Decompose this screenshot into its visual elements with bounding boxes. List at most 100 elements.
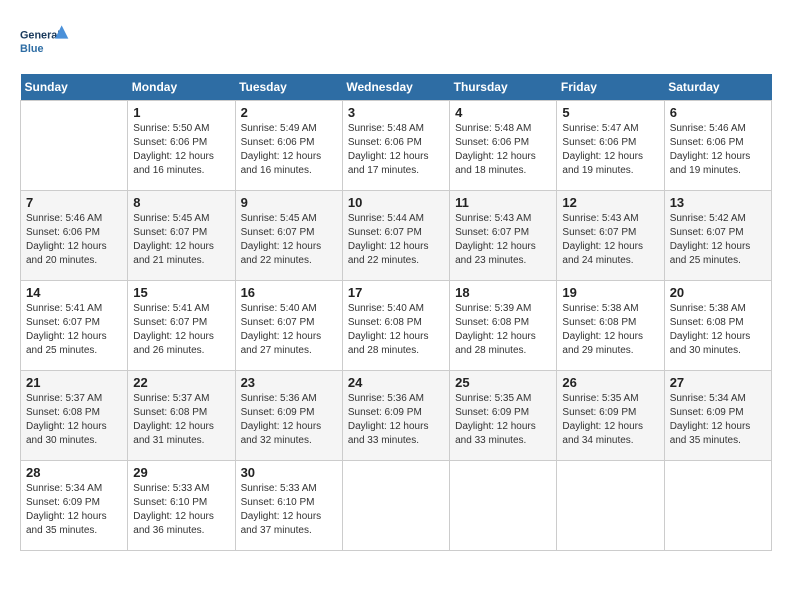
day-cell [450,461,557,551]
day-cell: 14 Sunrise: 5:41 AMSunset: 6:07 PMDayligh… [21,281,128,371]
day-cell: 28 Sunrise: 5:34 AMSunset: 6:09 PMDayligh… [21,461,128,551]
day-info: Sunrise: 5:36 AMSunset: 6:09 PMDaylight:… [241,392,337,448]
day-info: Sunrise: 5:41 AMSunset: 6:07 PMDaylight:… [133,302,229,358]
day-number: 12 [562,195,658,210]
day-cell: 13 Sunrise: 5:42 AMSunset: 6:07 PMDayligh… [664,191,771,281]
day-cell: 22 Sunrise: 5:37 AMSunset: 6:08 PMDayligh… [128,371,235,461]
calendar-table: SundayMondayTuesdayWednesdayThursdayFrid… [20,74,772,551]
day-cell: 2 Sunrise: 5:49 AMSunset: 6:06 PMDaylight… [235,101,342,191]
week-row-1: 1 Sunrise: 5:50 AMSunset: 6:06 PMDaylight… [21,101,772,191]
day-info: Sunrise: 5:48 AMSunset: 6:06 PMDaylight:… [348,122,444,178]
day-cell: 17 Sunrise: 5:40 AMSunset: 6:08 PMDayligh… [342,281,449,371]
svg-text:General: General [20,30,60,42]
day-cell: 7 Sunrise: 5:46 AMSunset: 6:06 PMDaylight… [21,191,128,281]
weekday-header-wednesday: Wednesday [342,74,449,101]
day-number: 26 [562,375,658,390]
day-number: 18 [455,285,551,300]
day-info: Sunrise: 5:43 AMSunset: 6:07 PMDaylight:… [562,212,658,268]
day-cell: 24Sunrise: 5:36 AMSunset: 6:09 PMDayligh… [342,371,449,461]
day-number: 20 [670,285,766,300]
weekday-header-thursday: Thursday [450,74,557,101]
day-cell: 30 Sunrise: 5:33 AMSunset: 6:10 PMDayligh… [235,461,342,551]
day-number: 25 [455,375,551,390]
day-cell: 16Sunrise: 5:40 AMSunset: 6:07 PMDayligh… [235,281,342,371]
day-number: 15 [133,285,229,300]
day-number: 29 [133,465,229,480]
day-info: Sunrise: 5:40 AMSunset: 6:08 PMDaylight:… [348,302,444,358]
day-cell: 20 Sunrise: 5:38 AMSunset: 6:08 PMDayligh… [664,281,771,371]
day-number: 7 [26,195,122,210]
day-info: Sunrise: 5:45 AMSunset: 6:07 PMDaylight:… [133,212,229,268]
logo-svg: General Blue [20,20,70,64]
day-number: 6 [670,105,766,120]
week-row-3: 14 Sunrise: 5:41 AMSunset: 6:07 PMDayligh… [21,281,772,371]
day-number: 2 [241,105,337,120]
day-info: Sunrise: 5:50 AMSunset: 6:06 PMDaylight:… [133,122,229,178]
svg-text:Blue: Blue [20,43,43,55]
day-number: 3 [348,105,444,120]
day-info: Sunrise: 5:33 AMSunset: 6:10 PMDaylight:… [133,482,229,538]
day-info: Sunrise: 5:43 AMSunset: 6:07 PMDaylight:… [455,212,551,268]
day-number: 28 [26,465,122,480]
day-number: 11 [455,195,551,210]
week-row-2: 7 Sunrise: 5:46 AMSunset: 6:06 PMDaylight… [21,191,772,281]
day-info: Sunrise: 5:34 AMSunset: 6:09 PMDaylight:… [26,482,122,538]
day-number: 9 [241,195,337,210]
day-cell: 9 Sunrise: 5:45 AMSunset: 6:07 PMDaylight… [235,191,342,281]
day-number: 19 [562,285,658,300]
weekday-header-friday: Friday [557,74,664,101]
day-info: Sunrise: 5:38 AMSunset: 6:08 PMDaylight:… [670,302,766,358]
day-number: 22 [133,375,229,390]
day-number: 30 [241,465,337,480]
day-cell: 11 Sunrise: 5:43 AMSunset: 6:07 PMDayligh… [450,191,557,281]
day-info: Sunrise: 5:35 AMSunset: 6:09 PMDaylight:… [562,392,658,448]
day-cell: 25 Sunrise: 5:35 AMSunset: 6:09 PMDayligh… [450,371,557,461]
day-cell [342,461,449,551]
day-number: 1 [133,105,229,120]
day-info: Sunrise: 5:41 AMSunset: 6:07 PMDaylight:… [26,302,122,358]
day-info: Sunrise: 5:33 AMSunset: 6:10 PMDaylight:… [241,482,337,538]
day-number: 8 [133,195,229,210]
day-info: Sunrise: 5:35 AMSunset: 6:09 PMDaylight:… [455,392,551,448]
day-cell: 19 Sunrise: 5:38 AMSunset: 6:08 PMDayligh… [557,281,664,371]
weekday-header-saturday: Saturday [664,74,771,101]
day-cell [664,461,771,551]
page-header: General Blue [20,20,772,64]
day-info: Sunrise: 5:45 AMSunset: 6:07 PMDaylight:… [241,212,337,268]
day-cell: 12 Sunrise: 5:43 AMSunset: 6:07 PMDayligh… [557,191,664,281]
day-cell: 18Sunrise: 5:39 AMSunset: 6:08 PMDayligh… [450,281,557,371]
day-info: Sunrise: 5:47 AMSunset: 6:06 PMDaylight:… [562,122,658,178]
week-row-5: 28 Sunrise: 5:34 AMSunset: 6:09 PMDayligh… [21,461,772,551]
day-info: Sunrise: 5:38 AMSunset: 6:08 PMDaylight:… [562,302,658,358]
day-number: 13 [670,195,766,210]
day-cell: 29 Sunrise: 5:33 AMSunset: 6:10 PMDayligh… [128,461,235,551]
day-info: Sunrise: 5:37 AMSunset: 6:08 PMDaylight:… [26,392,122,448]
day-cell: 3 Sunrise: 5:48 AMSunset: 6:06 PMDaylight… [342,101,449,191]
day-cell: 10 Sunrise: 5:44 AMSunset: 6:07 PMDayligh… [342,191,449,281]
day-number: 27 [670,375,766,390]
week-row-4: 21 Sunrise: 5:37 AMSunset: 6:08 PMDayligh… [21,371,772,461]
day-cell: 5Sunrise: 5:47 AMSunset: 6:06 PMDaylight… [557,101,664,191]
weekday-header-tuesday: Tuesday [235,74,342,101]
day-number: 23 [241,375,337,390]
day-info: Sunrise: 5:46 AMSunset: 6:06 PMDaylight:… [26,212,122,268]
day-info: Sunrise: 5:37 AMSunset: 6:08 PMDaylight:… [133,392,229,448]
day-info: Sunrise: 5:44 AMSunset: 6:07 PMDaylight:… [348,212,444,268]
day-cell: 4Sunrise: 5:48 AMSunset: 6:06 PMDaylight… [450,101,557,191]
day-info: Sunrise: 5:46 AMSunset: 6:06 PMDaylight:… [670,122,766,178]
day-number: 4 [455,105,551,120]
day-number: 14 [26,285,122,300]
day-cell: 15 Sunrise: 5:41 AMSunset: 6:07 PMDayligh… [128,281,235,371]
day-cell [21,101,128,191]
weekday-header-sunday: Sunday [21,74,128,101]
day-info: Sunrise: 5:49 AMSunset: 6:06 PMDaylight:… [241,122,337,178]
day-cell: 27 Sunrise: 5:34 AMSunset: 6:09 PMDayligh… [664,371,771,461]
day-info: Sunrise: 5:34 AMSunset: 6:09 PMDaylight:… [670,392,766,448]
day-info: Sunrise: 5:40 AMSunset: 6:07 PMDaylight:… [241,302,337,358]
day-number: 21 [26,375,122,390]
day-cell: 8 Sunrise: 5:45 AMSunset: 6:07 PMDaylight… [128,191,235,281]
weekday-header-row: SundayMondayTuesdayWednesdayThursdayFrid… [21,74,772,101]
day-number: 17 [348,285,444,300]
day-info: Sunrise: 5:42 AMSunset: 6:07 PMDaylight:… [670,212,766,268]
day-number: 10 [348,195,444,210]
